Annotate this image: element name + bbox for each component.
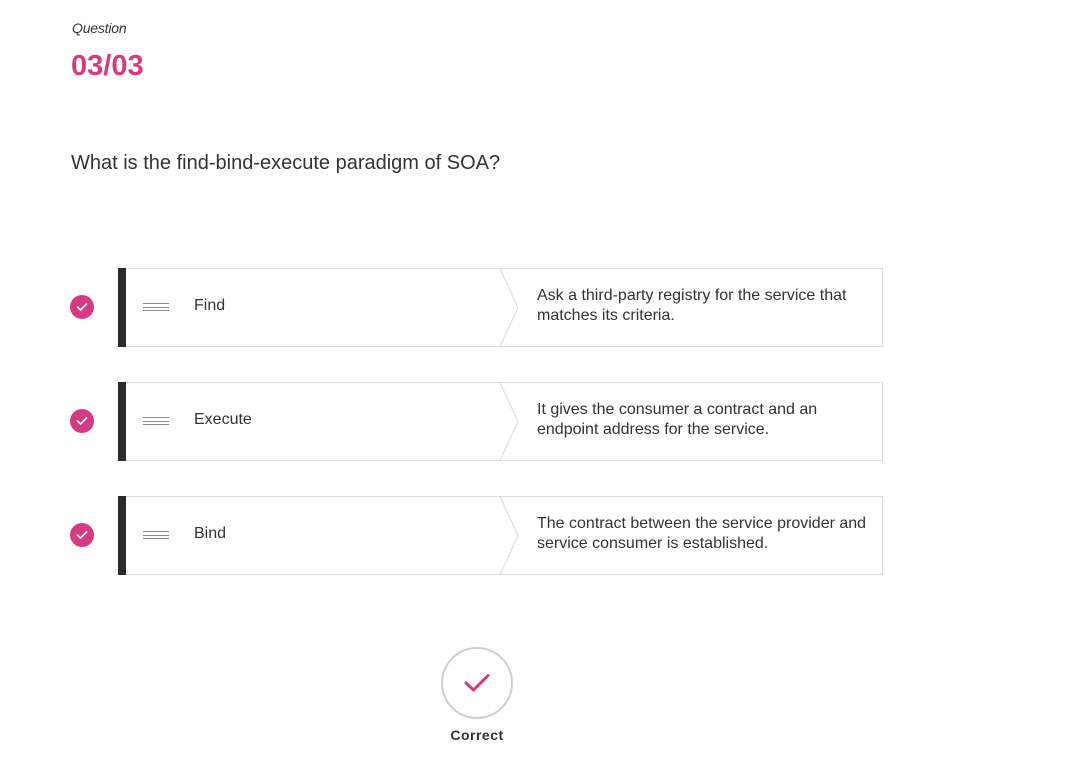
drag-handle-icon[interactable] [143, 417, 169, 425]
correct-check-icon [70, 523, 94, 547]
drag-handle-icon[interactable] [143, 303, 169, 311]
correct-check-icon [70, 409, 94, 433]
definition-text: Ask a third-party registry for the servi… [537, 287, 847, 324]
question-label: Question [72, 20, 127, 36]
checkmark-icon [464, 674, 490, 692]
drag-handle-icon[interactable] [143, 531, 169, 539]
match-card[interactable]: Execute It gives the consumer a contract… [118, 382, 883, 461]
result-badge [441, 647, 513, 719]
match-row: Execute It gives the consumer a contract… [0, 382, 900, 461]
match-row: Bind The contract between the service pr… [0, 496, 900, 575]
correct-check-icon [70, 295, 94, 319]
definition-text: It gives the consumer a contract and an … [537, 401, 818, 438]
term-label: Bind [194, 525, 227, 542]
match-card[interactable]: Find Ask a third-party registry for the … [118, 268, 883, 347]
match-card[interactable]: Bind The contract between the service pr… [118, 496, 883, 575]
question-text: What is the find-bind-execute paradigm o… [71, 152, 501, 174]
definition-text: The contract between the service provide… [537, 515, 867, 552]
question-number: 03/03 [71, 50, 144, 82]
match-row: Find Ask a third-party registry for the … [0, 268, 900, 347]
term-label: Execute [194, 411, 252, 428]
result-label: Correct [450, 727, 504, 743]
term-label: Find [194, 297, 226, 314]
